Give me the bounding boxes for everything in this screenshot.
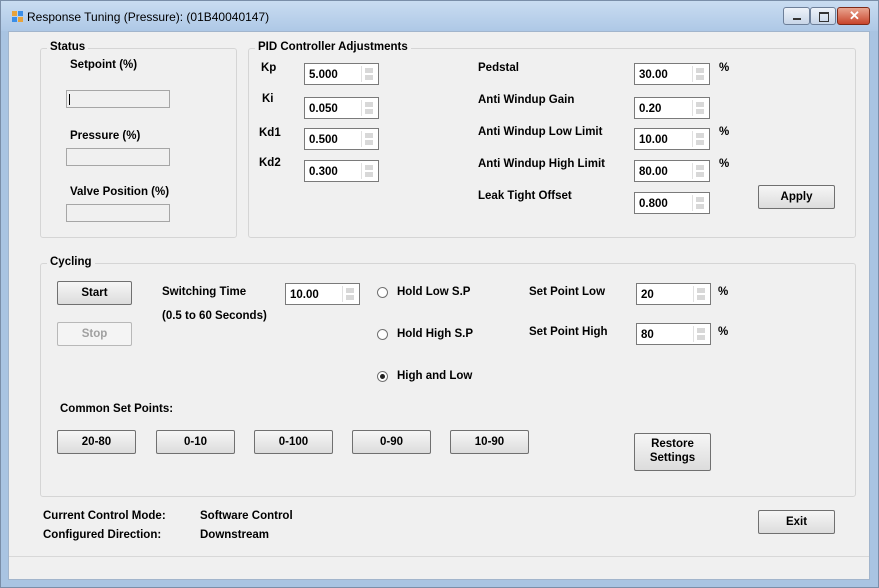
- spin-arrows-icon[interactable]: [692, 195, 707, 211]
- spin-arrows-icon[interactable]: [692, 66, 707, 82]
- switching-time-spinner[interactable]: 10.00: [285, 283, 360, 305]
- spin-arrows-icon[interactable]: [361, 100, 376, 116]
- common-set-points-label: Common Set Points:: [60, 403, 174, 415]
- anti-windup-high-unit: %: [719, 158, 730, 170]
- configured-direction-label: Configured Direction:: [43, 529, 162, 541]
- dialog-client-area: Status Setpoint (%) Pressure (%) Valve P…: [8, 31, 870, 580]
- pid-group: PID Controller Adjustments Kp 5.000 Ki 0…: [248, 41, 856, 238]
- anti-windup-low-unit: %: [719, 126, 730, 138]
- spin-arrows-icon[interactable]: [692, 131, 707, 147]
- cycling-group-title: Cycling: [47, 256, 95, 268]
- close-button[interactable]: ✕: [837, 7, 870, 25]
- maximize-icon: [819, 12, 829, 22]
- pid-group-title: PID Controller Adjustments: [255, 41, 411, 53]
- radio-icon: [377, 329, 388, 340]
- configured-direction-value: Downstream: [200, 529, 270, 541]
- current-control-mode-value: Software Control: [200, 510, 293, 522]
- pedstal-spinner[interactable]: 30.00: [634, 63, 710, 85]
- preset-10-90-button[interactable]: 10-90: [450, 430, 529, 454]
- spin-arrows-icon[interactable]: [342, 286, 357, 302]
- set-point-low-spinner[interactable]: 20: [636, 283, 711, 305]
- current-control-mode-label: Current Control Mode:: [43, 510, 166, 522]
- set-point-low-label: Set Point Low: [529, 286, 606, 298]
- maximize-button[interactable]: [810, 7, 836, 25]
- stop-button[interactable]: Stop: [57, 322, 132, 346]
- restore-settings-button[interactable]: Restore Settings: [634, 433, 711, 471]
- application-window: Response Tuning (Pressure): (01B40040147…: [0, 0, 879, 588]
- apply-button[interactable]: Apply: [758, 185, 835, 209]
- spin-arrows-icon[interactable]: [361, 66, 376, 82]
- kp-spinner[interactable]: 5.000: [304, 63, 379, 85]
- leak-tight-offset-label: Leak Tight Offset: [478, 190, 572, 202]
- ki-spinner[interactable]: 0.050: [304, 97, 379, 119]
- setpoint-readout: [66, 90, 170, 108]
- anti-windup-gain-label: Anti Windup Gain: [478, 94, 575, 106]
- anti-windup-low-label: Anti Windup Low Limit: [478, 126, 603, 138]
- set-point-low-unit: %: [718, 286, 729, 298]
- pressure-readout: [66, 148, 170, 166]
- set-point-high-unit: %: [718, 326, 729, 338]
- set-point-high-label: Set Point High: [529, 326, 608, 338]
- spin-arrows-icon[interactable]: [693, 326, 708, 342]
- spin-arrows-icon[interactable]: [693, 286, 708, 302]
- kd2-spinner[interactable]: 0.300: [304, 160, 379, 182]
- set-point-high-spinner[interactable]: 80: [636, 323, 711, 345]
- title-bar[interactable]: Response Tuning (Pressure): (01B40040147…: [1, 1, 878, 31]
- app-icon: [12, 11, 23, 22]
- window-title: Response Tuning (Pressure): (01B40040147…: [27, 10, 270, 24]
- preset-0-100-button[interactable]: 0-100: [254, 430, 333, 454]
- preset-0-10-button[interactable]: 0-10: [156, 430, 235, 454]
- kd1-label: Kd1: [259, 127, 281, 139]
- leak-tight-offset-spinner[interactable]: 0.800: [634, 192, 710, 214]
- minimize-icon: [793, 18, 801, 20]
- status-group-title: Status: [47, 41, 89, 53]
- switching-time-label: Switching Time: [162, 286, 247, 298]
- status-strip: [9, 556, 869, 579]
- spin-arrows-icon[interactable]: [692, 163, 707, 179]
- radio-icon: [377, 287, 388, 298]
- pedstal-label: Pedstal: [478, 62, 519, 74]
- minimize-button[interactable]: [783, 7, 810, 25]
- switching-time-hint: (0.5 to 60 Seconds): [162, 310, 267, 322]
- exit-button[interactable]: Exit: [758, 510, 835, 534]
- anti-windup-high-spinner[interactable]: 80.00: [634, 160, 710, 182]
- status-group: Status Setpoint (%) Pressure (%) Valve P…: [40, 41, 237, 238]
- setpoint-label: Setpoint (%): [70, 59, 138, 71]
- pedstal-unit: %: [719, 62, 730, 74]
- radio-selected-icon: [377, 371, 388, 382]
- start-button[interactable]: Start: [57, 281, 132, 305]
- pressure-label: Pressure (%): [70, 130, 141, 142]
- spin-arrows-icon[interactable]: [361, 163, 376, 179]
- cycling-group: Cycling Start Stop Switching Time 10.00 …: [40, 256, 856, 497]
- text-caret: [69, 94, 70, 105]
- preset-0-90-button[interactable]: 0-90: [352, 430, 431, 454]
- valve-position-label: Valve Position (%): [70, 186, 170, 198]
- anti-windup-low-spinner[interactable]: 10.00: [634, 128, 710, 150]
- valve-position-readout: [66, 204, 170, 222]
- kp-label: Kp: [261, 62, 277, 74]
- preset-20-80-button[interactable]: 20-80: [57, 430, 136, 454]
- ki-label: Ki: [262, 93, 274, 105]
- kd2-label: Kd2: [259, 157, 281, 169]
- spin-arrows-icon[interactable]: [361, 131, 376, 147]
- anti-windup-gain-spinner[interactable]: 0.20: [634, 97, 710, 119]
- spin-arrows-icon[interactable]: [692, 100, 707, 116]
- kd1-spinner[interactable]: 0.500: [304, 128, 379, 150]
- anti-windup-high-label: Anti Windup High Limit: [478, 158, 606, 170]
- close-icon: ✕: [849, 8, 860, 23]
